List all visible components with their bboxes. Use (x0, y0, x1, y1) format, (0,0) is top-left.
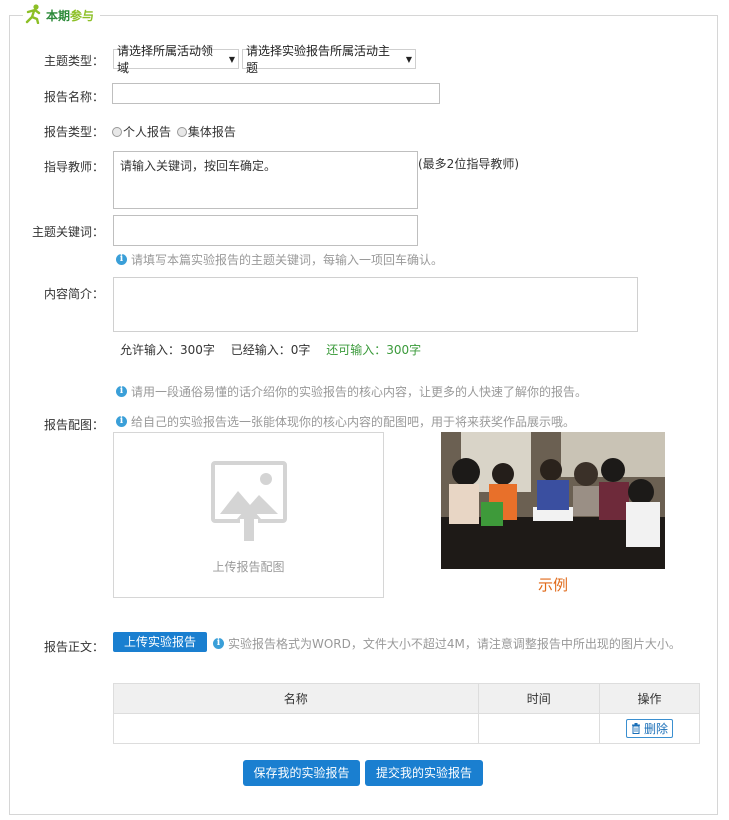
radio-group-label[interactable]: 集体报告 (188, 125, 236, 139)
keywords-hint-text: 请填写本篇实验报告的主题关键词，每输入一项回车确认。 (131, 253, 444, 267)
info-icon: i (116, 254, 127, 265)
keywords-label: 主题关键词： (31, 225, 104, 239)
upload-cover-box[interactable]: 上传报告配图 (113, 432, 384, 598)
remaining-count: 还可输入：300字 (326, 343, 422, 357)
theme-type-label: 主题类型： (43, 54, 104, 68)
summary-hint-text: 请用一段通俗易懂的话介绍你的实验报告的核心内容，让更多的人快速了解你的报告。 (131, 385, 588, 399)
upload-report-button[interactable]: 上传实验报告 (113, 632, 207, 652)
trash-icon (631, 723, 640, 734)
entered-count: 已经输入：0字 (230, 343, 311, 357)
dropdown-arrow-icon: ▼ (405, 54, 412, 64)
radio-personal-label[interactable]: 个人报告 (123, 125, 171, 139)
upload-cover-text: 上传报告配图 (212, 560, 285, 574)
info-icon: i (213, 638, 224, 649)
attachments-table: 名称 时间 操作 删除 (113, 683, 701, 744)
delete-label: 删除 (643, 722, 668, 736)
column-header-time: 时间 (477, 683, 600, 714)
save-report-button[interactable]: 保存我的实验报告 (243, 760, 360, 786)
body-hint: i 实验报告格式为WORD，文件大小不超过4M，请注意调整报告中所出现的图片大小。 (213, 635, 681, 652)
domain-select[interactable]: 请选择所属活动领域 ▼ (113, 44, 239, 75)
cell-name (113, 713, 479, 744)
radio-personal[interactable] (112, 126, 122, 137)
report-name-input[interactable] (112, 83, 440, 104)
body-label: 报告正文： (43, 640, 104, 654)
summary-label: 内容简介： (43, 287, 104, 301)
section-title-part2: 参与 (70, 8, 95, 23)
teacher-input[interactable]: 请输入关键词，按回车确定。 (113, 151, 418, 209)
domain-select-value: 请选择所属活动领域 (117, 44, 214, 75)
section-legend: 本期参与 (23, 3, 101, 27)
body-hint-text: 实验报告格式为WORD，文件大小不超过4M，请注意调整报告中所出现的图片大小。 (228, 637, 681, 651)
report-type-options: 个人报告 集体报告 (112, 123, 236, 140)
example-label: 示例 (537, 576, 568, 594)
keywords-hint: i 请填写本篇实验报告的主题关键词，每输入一项回车确认。 (116, 251, 443, 268)
cover-label: 报告配图： (43, 418, 104, 432)
column-header-action: 操作 (598, 683, 701, 714)
info-icon: i (116, 386, 127, 397)
teacher-input-placeholder: 请输入关键词，按回车确定。 (120, 159, 277, 173)
keywords-input[interactable] (113, 215, 418, 246)
topic-select-value: 请选择实验报告所属活动主题 (246, 44, 391, 75)
radio-group[interactable] (176, 126, 187, 137)
summary-textarea[interactable] (113, 277, 638, 332)
section-title-part1: 本期 (46, 8, 71, 23)
report-type-label: 报告类型： (43, 125, 104, 139)
cell-action: 删除 (598, 713, 701, 744)
summary-hint: i 请用一段通俗易懂的话介绍你的实验报告的核心内容，让更多的人快速了解你的报告。 (116, 383, 587, 400)
table-row: 删除 (113, 713, 701, 744)
runner-icon (25, 3, 43, 27)
allowed-count: 允许输入：300字 (120, 343, 215, 357)
cover-hint: i 给自己的实验报告选一张能体现你的核心内容的配图吧，用于将来获奖作品展示哦。 (116, 413, 575, 430)
submit-report-button[interactable]: 提交我的实验报告 (365, 760, 483, 786)
cell-time (477, 713, 600, 744)
topic-select[interactable]: 请选择实验报告所属活动主题 ▼ (242, 44, 416, 75)
cover-hint-text: 给自己的实验报告选一张能体现你的核心内容的配图吧，用于将来获奖作品展示哦。 (131, 415, 576, 429)
column-header-name: 名称 (113, 683, 479, 714)
example-image (441, 432, 665, 569)
report-name-label: 报告名称： (43, 90, 104, 104)
delete-button[interactable]: 删除 (625, 719, 673, 738)
section-title: 本期参与 (46, 7, 94, 24)
dropdown-arrow-icon: ▼ (228, 54, 235, 64)
info-icon: i (116, 416, 127, 427)
teacher-note: (最多2位指导教师) (418, 157, 519, 171)
image-upload-icon (211, 461, 287, 548)
char-counter: 允许输入：300字 已经输入：0字 还可输入：300字 (120, 341, 421, 358)
teacher-label: 指导教师： (43, 160, 104, 174)
